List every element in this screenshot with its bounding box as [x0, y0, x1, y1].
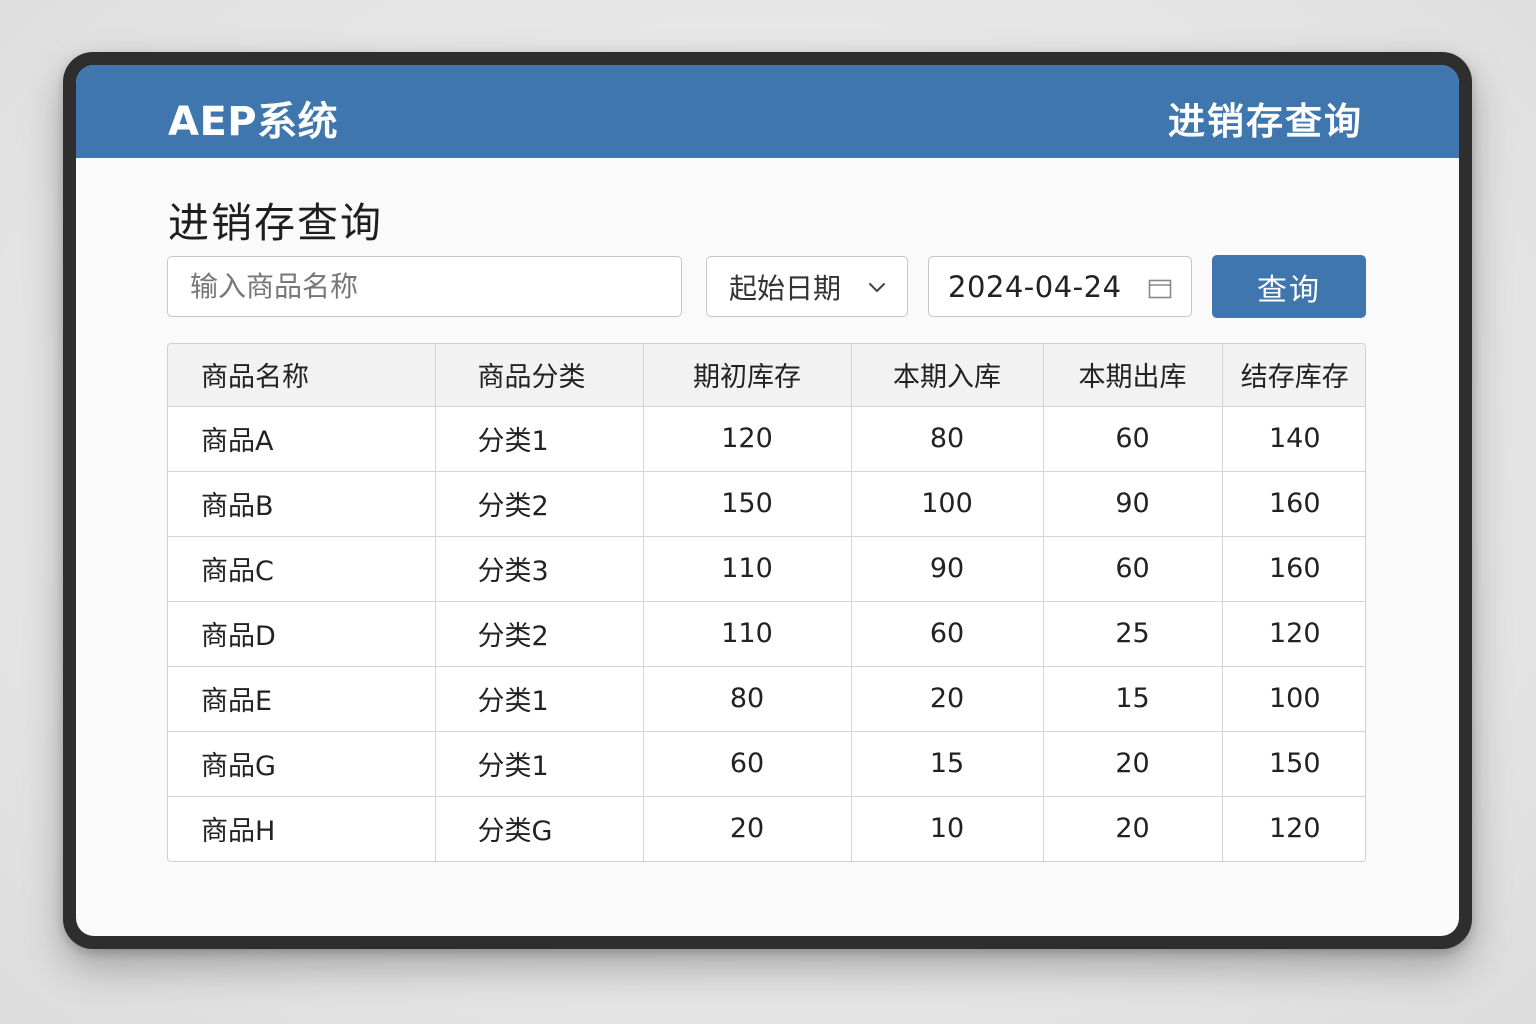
- date-value: 2024-04-24: [948, 269, 1122, 304]
- query-button[interactable]: 查询: [1212, 255, 1366, 318]
- cell-period-in: 20: [851, 666, 1044, 732]
- cell-category: 分类2: [435, 601, 644, 667]
- cell-category: 分类1: [435, 666, 644, 732]
- product-name-search-input[interactable]: [167, 256, 682, 317]
- cell-opening-stock: 120: [643, 406, 852, 472]
- date-mode-select[interactable]: 起始日期: [706, 256, 908, 317]
- device-frame: AEP系统 进销存查询 进销存查询 起始日期 2024-04-24 查询: [63, 52, 1472, 949]
- app-window: AEP系统 进销存查询 进销存查询 起始日期 2024-04-24 查询: [76, 65, 1459, 936]
- cell-period-out: 20: [1043, 796, 1223, 861]
- column-header-period-in[interactable]: 本期入库: [851, 344, 1044, 407]
- cell-closing-stock: 120: [1268, 813, 1321, 845]
- page-title: 进销存查询: [168, 199, 383, 247]
- column-header-category[interactable]: 商品分类: [435, 344, 644, 407]
- cell-opening-stock: 110: [643, 601, 852, 667]
- cell-category: 分类1: [435, 731, 644, 797]
- cell-category: 分类G: [435, 796, 644, 861]
- cell-opening-stock: 20: [643, 796, 852, 861]
- cell-period-in: 100: [851, 471, 1044, 537]
- table-header-row: 商品名称 商品分类 期初库存 本期入库 本期出库 结存库存: [168, 344, 1365, 407]
- cell-period-out: 15: [1043, 666, 1223, 732]
- cell-closing-stock: 140: [1222, 406, 1365, 472]
- app-brand: AEP系统: [168, 99, 339, 145]
- chevron-down-icon: [867, 277, 887, 301]
- cell-period-out: 60: [1043, 406, 1223, 472]
- cell-closing-stock: 120: [1222, 601, 1365, 667]
- cell-product-name: 商品C: [168, 536, 436, 602]
- table-row[interactable]: 商品H 分类G 20 10 20 120: [168, 796, 1365, 861]
- cell-opening-stock: 60: [643, 731, 852, 797]
- cell-category: 分类1: [435, 406, 644, 472]
- date-picker-input[interactable]: 2024-04-24: [928, 256, 1192, 317]
- cell-period-in: 10: [851, 796, 1044, 861]
- cell-period-in: 80: [851, 406, 1044, 472]
- cell-period-out: 60: [1043, 536, 1223, 602]
- table-row[interactable]: 商品C 分类3 110 90 60 160: [168, 536, 1365, 602]
- cell-closing-stock: 150: [1222, 731, 1365, 797]
- cell-period-out: 25: [1043, 601, 1223, 667]
- table-header: 商品名称 商品分类 期初库存 本期入库 本期出库 结存库存: [168, 344, 1365, 407]
- header-page-name: 进销存查询: [1168, 100, 1363, 143]
- cell-closing-stock: 160: [1222, 471, 1365, 537]
- inventory-table-grid: 商品名称 商品分类 期初库存 本期入库 本期出库 结存库存 商品A 分类1 12…: [168, 344, 1365, 861]
- cell-closing-stock: 160: [1222, 536, 1365, 602]
- cell-opening-stock: 150: [643, 471, 852, 537]
- cell-product-name: 商品A: [168, 406, 436, 472]
- table-body: 商品A 分类1 120 80 60 140 商品B 分类2 150 100 90…: [168, 406, 1365, 861]
- cell-product-name: 商品E: [168, 666, 436, 732]
- cell-product-name: 商品H: [168, 796, 436, 861]
- column-header-period-out[interactable]: 本期出库: [1043, 344, 1223, 407]
- app-header: AEP系统 进销存查询: [76, 65, 1459, 158]
- calendar-icon[interactable]: [1148, 277, 1172, 303]
- cell-period-out: 20: [1043, 731, 1223, 797]
- cell-category: 分类3: [435, 536, 644, 602]
- cell-period-out: 90: [1043, 471, 1223, 537]
- inventory-table: 商品名称 商品分类 期初库存 本期入库 本期出库 结存库存 商品A 分类1 12…: [167, 343, 1366, 862]
- cell-period-in: 90: [851, 536, 1044, 602]
- cell-product-name: 商品G: [168, 731, 436, 797]
- column-header-closing-stock[interactable]: 结存库存: [1222, 344, 1365, 407]
- cell-period-in: 15: [851, 731, 1044, 797]
- table-row[interactable]: 商品E 分类1 80 20 15 100: [168, 666, 1365, 732]
- cell-opening-stock: 80: [643, 666, 852, 732]
- cell-period-in: 60: [851, 601, 1044, 667]
- cell-product-name: 商品D: [168, 601, 436, 667]
- table-row[interactable]: 商品A 分类1 120 80 60 140: [168, 406, 1365, 472]
- column-header-product-name[interactable]: 商品名称: [168, 344, 436, 407]
- cell-closing-stock: 100: [1222, 666, 1365, 732]
- column-header-opening-stock[interactable]: 期初库存: [643, 344, 852, 407]
- cell-opening-stock: 110: [643, 536, 852, 602]
- table-row[interactable]: 商品G 分类1 60 15 20 150: [168, 731, 1365, 797]
- table-row[interactable]: 商品D 分类2 110 60 25 120: [168, 601, 1365, 667]
- table-row[interactable]: 商品B 分类2 150 100 90 160: [168, 471, 1365, 537]
- cell-product-name: 商品B: [168, 471, 436, 537]
- date-mode-label: 起始日期: [729, 271, 842, 305]
- cell-category: 分类2: [435, 471, 644, 537]
